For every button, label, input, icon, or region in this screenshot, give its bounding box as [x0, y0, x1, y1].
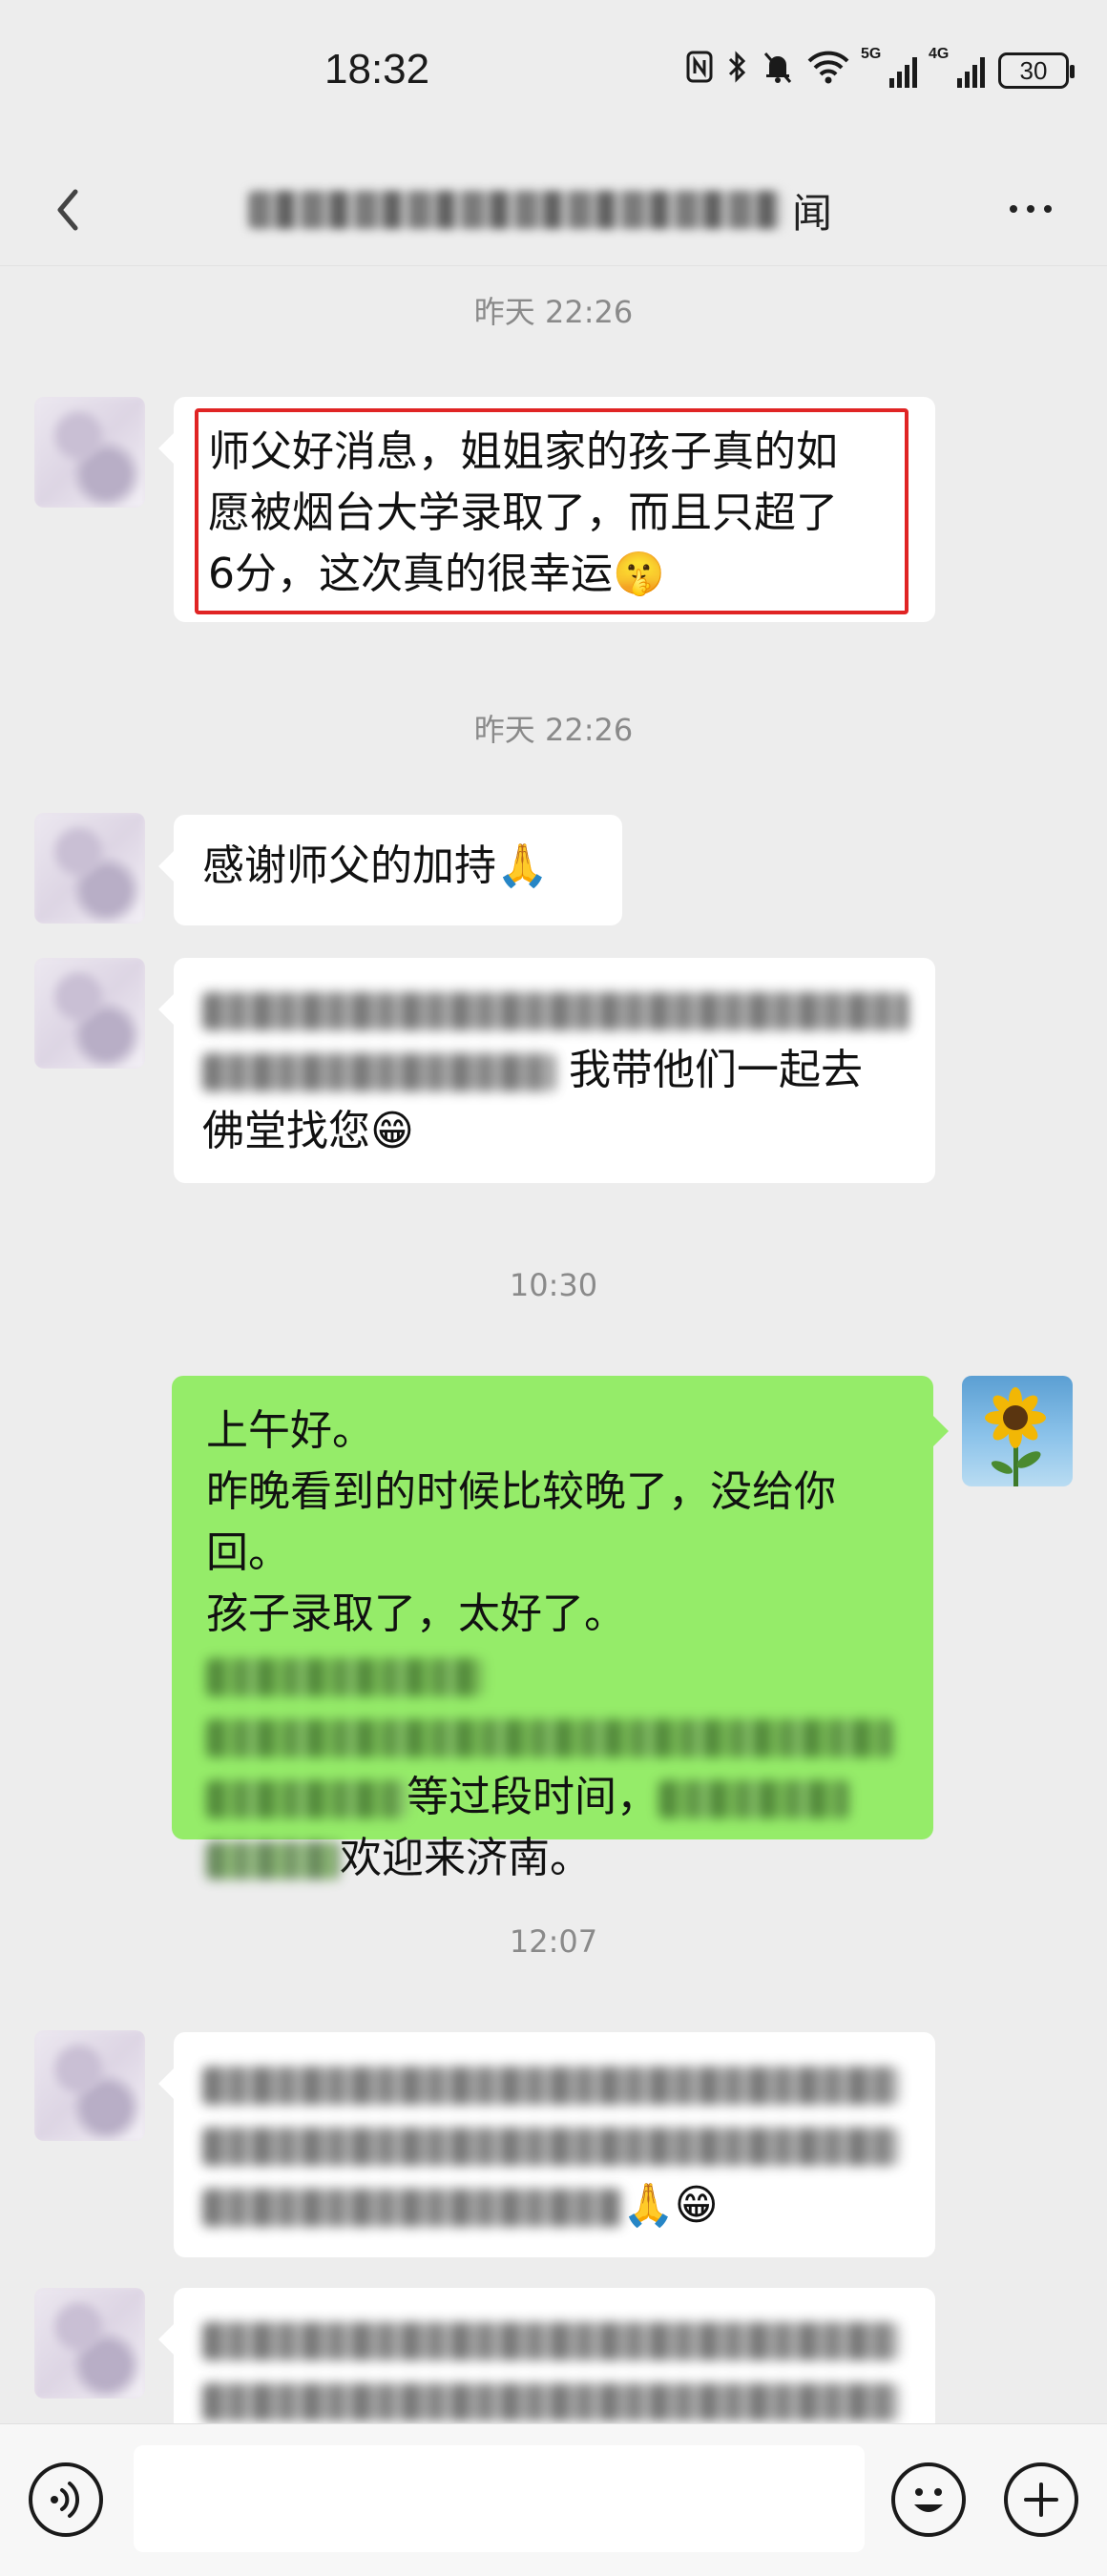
emoji-button[interactable]: [891, 2462, 966, 2537]
message-line: 我带他们一起去: [202, 1040, 907, 1101]
message-line: [202, 2053, 907, 2114]
signal-4g-icon: 4G: [929, 46, 985, 88]
message-line: 回。: [206, 1528, 290, 1577]
status-icons: 5G 4G 30: [685, 46, 1075, 92]
message-line: [202, 979, 909, 1040]
redacted-text: [202, 2067, 899, 2105]
header-divider: [0, 265, 1107, 266]
contact-avatar[interactable]: [34, 958, 145, 1069]
battery-indicator: 30: [998, 52, 1075, 89]
back-button[interactable]: [38, 172, 95, 248]
message-line: 昨晚看到的时候比较晚了，没给你: [206, 1467, 836, 1516]
more-actions-button[interactable]: [1004, 2462, 1078, 2537]
message-line: 🙏😁: [202, 2175, 907, 2236]
smiley-icon: [914, 2488, 943, 2512]
plus-icon: [1024, 2483, 1058, 2517]
message-line: [202, 2370, 907, 2431]
message-line: 等过段时间，: [206, 1767, 899, 1828]
chevron-left-icon: [57, 189, 78, 231]
contact-avatar[interactable]: [34, 397, 145, 508]
contact-avatar[interactable]: [34, 2030, 145, 2141]
message-line: 欢迎来济南。: [206, 1828, 899, 1889]
redacted-text: [658, 1780, 849, 1818]
redacted-title: [248, 191, 783, 229]
contact-avatar[interactable]: [34, 2288, 145, 2399]
message-text: 感谢师父的加持: [202, 841, 496, 890]
highlight-box: [195, 408, 909, 614]
message-line: [202, 2114, 907, 2175]
message-line: 孩子录取了，太好了。: [206, 1584, 899, 1706]
chat-title-suffix: 闻: [792, 189, 833, 237]
message-timestamp: 昨天 22:26: [473, 294, 634, 330]
contact-avatar[interactable]: [34, 813, 145, 924]
sent-message[interactable]: 上午好。 昨晚看到的时候比较晚了，没给你 回。 孩子录取了，太好了。 等过段时间…: [172, 1376, 949, 1882]
grin-emoji-icon: 😁: [370, 1107, 414, 1155]
message-timestamp: 12:07: [509, 1923, 598, 1960]
input-bar: [0, 2423, 1107, 2576]
message-timestamp: 昨天 22:26: [473, 712, 634, 748]
redacted-text: [206, 1841, 340, 1880]
redacted-text: [202, 2322, 899, 2360]
received-message[interactable]: 感谢师父的加持🙏: [158, 815, 622, 925]
wifi-icon: [807, 50, 849, 92]
voice-icon: [51, 2482, 80, 2518]
message-line: [206, 1706, 899, 1767]
more-options-button[interactable]: [992, 185, 1069, 233]
status-bar: 18:32 5G 4G 30: [0, 0, 1107, 143]
redacted-text: [206, 1658, 483, 1696]
network-4g-label: 4G: [929, 46, 950, 62]
chat-header: 闻: [0, 153, 1107, 267]
redacted-text: [206, 1719, 893, 1757]
pray-emoji-icon: 🙏: [496, 841, 549, 890]
redacted-text: [202, 1053, 555, 1091]
nfc-icon: [685, 50, 714, 92]
chat-title: 闻: [248, 179, 859, 240]
more-dots-icon: [1010, 205, 1017, 213]
voice-input-button[interactable]: [29, 2462, 103, 2537]
bluetooth-icon: [727, 50, 748, 92]
redacted-text: [206, 1780, 407, 1818]
user-avatar[interactable]: [962, 1376, 1073, 1486]
message-line: 佛堂找您😁: [202, 1107, 414, 1155]
received-message[interactable]: 🙏😁: [158, 2032, 935, 2257]
message-line: 上午好。: [206, 1406, 374, 1455]
message-input[interactable]: [134, 2445, 865, 2552]
network-5g-label: 5G: [861, 46, 882, 62]
received-message[interactable]: 我带他们一起去 佛堂找您😁: [158, 958, 935, 1183]
redacted-text: [202, 2189, 622, 2227]
received-message[interactable]: [158, 2288, 935, 2423]
redacted-text: [202, 2128, 899, 2166]
sunflower-icon: [985, 1387, 1046, 1486]
signal-5g-icon: 5G: [861, 46, 917, 88]
mute-bell-icon: [762, 50, 794, 92]
status-time: 18:32: [324, 46, 430, 93]
message-line: [202, 2309, 907, 2370]
message-timestamp: 10:30: [509, 1267, 598, 1303]
redacted-text: [202, 2383, 899, 2421]
pray-grin-emoji-icon: 🙏😁: [622, 2181, 719, 2230]
redacted-text: [202, 992, 909, 1030]
